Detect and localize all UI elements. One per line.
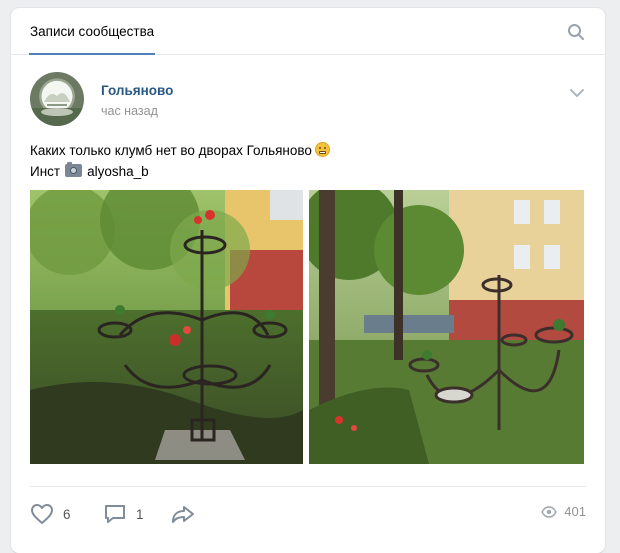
footer-divider <box>30 486 586 487</box>
views-counter: 401 <box>541 504 586 519</box>
post-header: Гольяново час назад <box>30 72 590 128</box>
comment-count: 1 <box>136 506 144 522</box>
post-text-line-1: Каких только клумб нет во дворах Гольяно… <box>30 140 330 161</box>
camera-icon <box>65 162 83 177</box>
share-button[interactable] <box>170 502 196 526</box>
post-text-line-2: Инст alyosha_b <box>30 161 330 182</box>
post-card: Записи сообщества Гольяново час назад Ка… <box>11 8 605 553</box>
author-name[interactable]: Гольяново <box>101 83 173 98</box>
instagram-handle: alyosha_b <box>87 164 149 179</box>
post-photo-1[interactable] <box>30 190 303 464</box>
post-text-main: Каких только клумб нет во дворах Гольяно… <box>30 143 312 158</box>
tab-community-posts[interactable]: Записи сообщества <box>29 8 156 55</box>
like-button[interactable]: 6 <box>30 502 71 526</box>
share-icon <box>172 506 194 523</box>
feed-header: Записи сообщества <box>11 8 605 55</box>
like-count: 6 <box>63 506 71 522</box>
post-text-prefix: Инст <box>30 164 61 179</box>
post-actions: 6 1 401 <box>30 502 586 526</box>
post-photo-2[interactable] <box>309 190 584 464</box>
post-time[interactable]: час назад <box>101 104 158 118</box>
comment-button[interactable]: 1 <box>103 502 144 526</box>
grinning-face-icon <box>314 142 330 157</box>
heart-icon <box>31 504 53 524</box>
comment-icon <box>105 505 125 523</box>
chevron-down-icon[interactable] <box>568 86 586 98</box>
view-count: 401 <box>564 504 586 519</box>
post-text: Каких только клумб нет во дворах Гольяно… <box>30 140 330 182</box>
eye-icon <box>541 505 558 518</box>
search-icon[interactable] <box>567 23 585 41</box>
avatar[interactable] <box>30 72 84 126</box>
